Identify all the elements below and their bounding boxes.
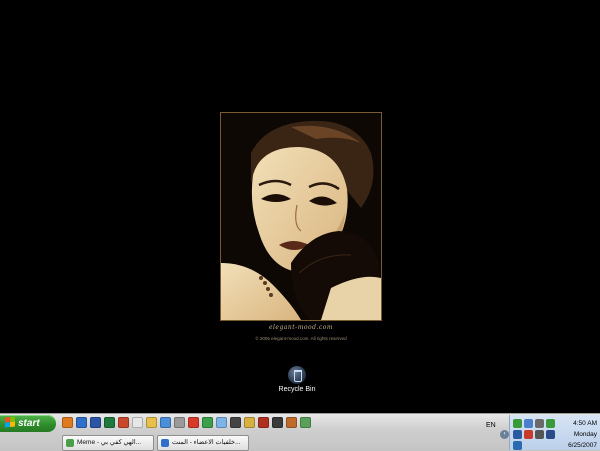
show-hidden-icons-chevron-icon[interactable]: ‹ (500, 430, 509, 439)
task-button-label: خلفيات الاعضاء - المنت... (172, 439, 241, 446)
wallpaper-site-text: elegant-mood.com (268, 324, 334, 331)
system-tray: 4:50 AM Monday 6/25/2007 (509, 415, 600, 450)
network-icon[interactable] (524, 419, 533, 428)
start-button[interactable]: start (0, 415, 56, 432)
start-label: start (18, 418, 40, 429)
quick-launch-bar (62, 417, 311, 430)
task-button-label: Meme - الهي كفي بي... (77, 439, 142, 446)
messenger-task-icon (66, 439, 74, 447)
network-icon[interactable] (160, 417, 171, 428)
monitor-icon[interactable] (546, 430, 555, 439)
clock[interactable]: 4:50 AM Monday 6/25/2007 (568, 418, 597, 451)
task-button[interactable]: خلفيات الاعضاء - المنت... (157, 435, 249, 451)
ie-icon[interactable] (76, 417, 87, 428)
firefox-icon[interactable] (62, 417, 73, 428)
chat-icon[interactable] (513, 441, 522, 450)
explorer-icon[interactable] (146, 417, 157, 428)
recycle-bin-label: Recycle Bin (278, 386, 316, 393)
ie-task-icon (161, 439, 169, 447)
shield-icon[interactable] (513, 430, 522, 439)
windows-logo-icon (5, 416, 15, 428)
dvd-icon[interactable] (174, 417, 185, 428)
recycle-bin-shortcut[interactable]: Recycle Bin (272, 366, 322, 393)
clock-day: Monday (573, 431, 597, 438)
notepad-icon[interactable] (132, 417, 143, 428)
task-buttons: Meme - الهي كفي بي... خلفيات الاعضاء - ال… (62, 435, 249, 451)
desktop: elegant-mood.com © 2006 elegant-mood.com… (0, 0, 600, 413)
update-icon[interactable] (524, 430, 533, 439)
security-icon[interactable] (513, 419, 522, 428)
printer-icon[interactable] (535, 430, 544, 439)
game-icon[interactable] (272, 417, 283, 428)
recycle-bin-icon (288, 366, 306, 384)
paint-icon[interactable] (202, 417, 213, 428)
tray-icons (513, 419, 561, 450)
wallpaper-artwork (220, 112, 382, 321)
woman-portrait-image (221, 113, 381, 320)
clock-time: 4:50 AM (573, 420, 597, 427)
media-icon[interactable] (188, 417, 199, 428)
language-indicator[interactable]: EN (486, 422, 496, 429)
network-tray-icon[interactable] (300, 417, 311, 428)
messenger-tray-icon[interactable] (546, 419, 555, 428)
excel-icon[interactable] (104, 417, 115, 428)
winamp-icon[interactable] (230, 417, 241, 428)
powerpoint-icon[interactable] (118, 417, 129, 428)
wallpaper-copyright-text: © 2006 elegant-mood.com. All rights rese… (255, 336, 347, 341)
volume-icon[interactable] (535, 419, 544, 428)
taskbar: start Meme - الهي كفي بي... خلفيات الاعضا… (0, 413, 600, 451)
app-icon[interactable] (244, 417, 255, 428)
messenger-icon[interactable] (216, 417, 227, 428)
task-button[interactable]: Meme - الهي كفي بي... (62, 435, 154, 451)
clock-date: 6/25/2007 (568, 442, 597, 449)
tool-icon[interactable] (286, 417, 297, 428)
recorder-icon[interactable] (258, 417, 269, 428)
word-icon[interactable] (90, 417, 101, 428)
